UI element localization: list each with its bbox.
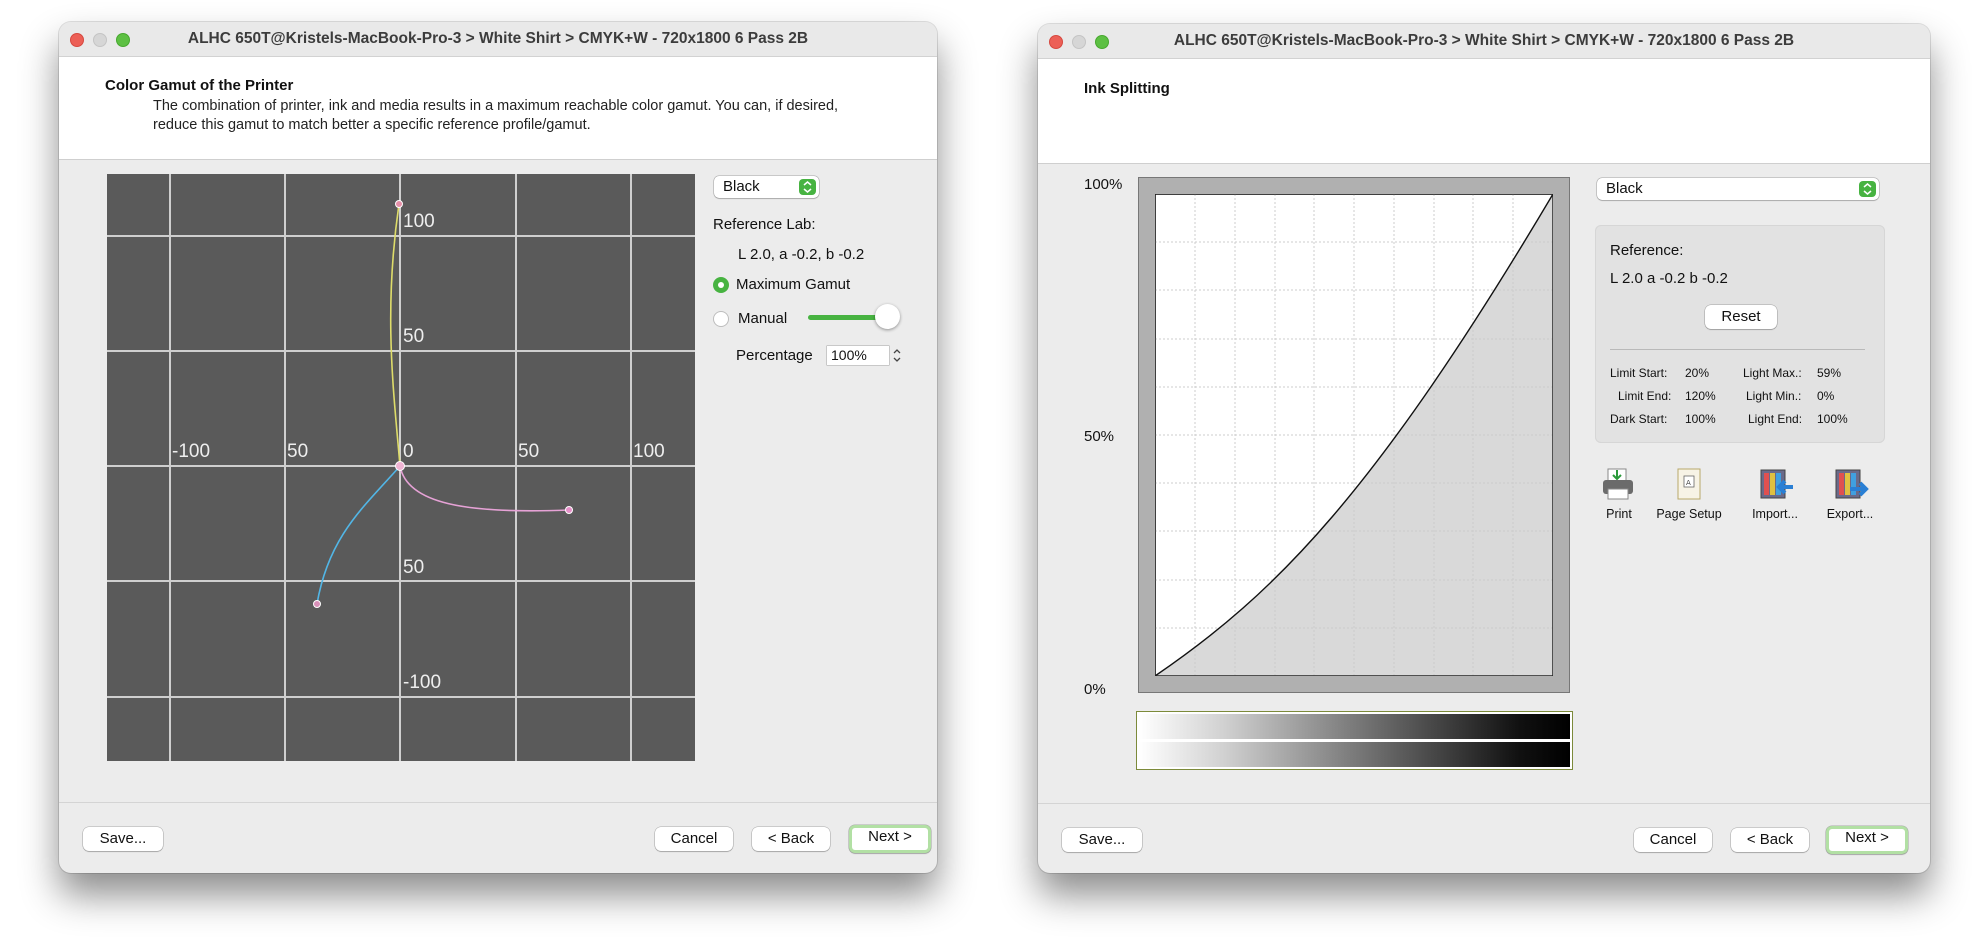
reference-lab-label: Reference Lab: [713, 216, 816, 233]
close-button[interactable] [1049, 35, 1063, 49]
manual-radio[interactable] [713, 311, 729, 327]
light-max-value: 59% [1817, 366, 1842, 380]
percentage-label: Percentage [736, 347, 813, 364]
export-icon [1830, 467, 1870, 503]
reference-panel: Reference: L 2.0 a -0.2 b -0.2 Reset Lim… [1595, 225, 1885, 443]
next-button[interactable]: Next > [1826, 826, 1908, 854]
ink-splitting-chart[interactable] [1138, 177, 1570, 693]
light-min-label: Light Min.: [1746, 389, 1802, 403]
minimize-button[interactable] [93, 33, 107, 47]
limit-start-value: 20% [1685, 366, 1710, 380]
reference-value: L 2.0 a -0.2 b -0.2 [1610, 270, 1728, 287]
light-max-label: Light Max.: [1743, 366, 1802, 380]
import-icon [1755, 467, 1795, 503]
page-title: Color Gamut of the Printer [105, 77, 294, 94]
cancel-button[interactable]: Cancel [655, 827, 733, 851]
maximum-gamut-radio[interactable] [713, 277, 729, 293]
chevron-updown-icon [1859, 181, 1876, 197]
cyan-end-marker [313, 600, 321, 608]
export-label: Export... [1826, 507, 1874, 521]
zoom-button[interactable] [116, 33, 130, 47]
back-button[interactable]: < Back [752, 827, 830, 851]
cyan-gamut-curve [316, 465, 401, 605]
light-min-value: 0% [1817, 389, 1835, 403]
save-button[interactable]: Save... [83, 827, 163, 851]
title-bar[interactable]: ALHC 650T@Kristels-MacBook-Pro-3 > White… [1038, 24, 1930, 59]
page-title: Ink Splitting [1084, 80, 1170, 97]
maximum-gamut-label: Maximum Gamut [736, 276, 851, 293]
percentage-slider-knob[interactable] [875, 304, 900, 329]
y-axis-label-100: 100% [1084, 176, 1123, 193]
ink-splitting-window: ALHC 650T@Kristels-MacBook-Pro-3 > White… [1038, 24, 1930, 873]
yellow-gamut-curve [389, 203, 401, 467]
yellow-end-marker [395, 200, 403, 208]
page-header: Color Gamut of the Printer The combinati… [59, 57, 937, 160]
reference-lab-value: L 2.0, a -0.2, b -0.2 [738, 246, 865, 263]
save-button[interactable]: Save... [1062, 828, 1142, 852]
ink-select[interactable]: Black [1597, 178, 1879, 200]
svg-text:A: A [1686, 479, 1691, 487]
color-gamut-window: ALHC 650T@Kristels-MacBook-Pro-3 > White… [59, 22, 937, 873]
window-title: ALHC 650T@Kristels-MacBook-Pro-3 > White… [1173, 32, 1795, 49]
ink-select[interactable]: Black [714, 176, 819, 198]
page-setup-label: Page Setup [1656, 507, 1722, 521]
gradient-preview [1136, 711, 1573, 770]
percentage-stepper[interactable] [891, 346, 903, 365]
ink-select-value: Black [1606, 180, 1643, 197]
window-title: ALHC 650T@Kristels-MacBook-Pro-3 > White… [187, 30, 809, 47]
gamut-plot[interactable]: 100 50 0 50 -100 -100 50 50 100 [107, 174, 695, 761]
page-setup-icon: A [1669, 467, 1709, 503]
limit-start-label: Limit Start: [1610, 366, 1668, 380]
percentage-input[interactable]: 100% [827, 346, 889, 365]
ink-select-value: Black [723, 178, 760, 195]
reset-button[interactable]: Reset [1705, 305, 1777, 329]
minimize-button[interactable] [1072, 35, 1086, 49]
white-point-marker [395, 461, 405, 471]
dark-start-label: Dark Start: [1610, 412, 1668, 426]
reference-label: Reference: [1610, 242, 1684, 259]
y-axis-label-0: 0% [1084, 681, 1106, 698]
page-description-line-1: The combination of printer, ink and medi… [153, 98, 839, 114]
y-axis-label-50: 50% [1084, 428, 1115, 445]
close-button[interactable] [70, 33, 84, 47]
magenta-gamut-curve [399, 465, 570, 512]
title-bar[interactable]: ALHC 650T@Kristels-MacBook-Pro-3 > White… [59, 22, 937, 57]
cancel-button[interactable]: Cancel [1634, 828, 1712, 852]
chevron-updown-icon [799, 179, 816, 195]
printer-icon [1599, 467, 1639, 503]
limit-end-value: 120% [1685, 389, 1716, 403]
page-description-line-2: reduce this gamut to match better a spec… [153, 117, 591, 133]
zoom-button[interactable] [1095, 35, 1109, 49]
manual-label: Manual [738, 310, 788, 327]
page-header: Ink Splitting [1038, 59, 1930, 164]
dark-start-value: 100% [1685, 412, 1716, 426]
light-end-value: 100% [1817, 412, 1848, 426]
next-button[interactable]: Next > [849, 825, 931, 853]
light-end-label: Light End: [1748, 412, 1803, 426]
limit-end-label: Limit End: [1618, 389, 1672, 403]
back-button[interactable]: < Back [1731, 828, 1809, 852]
gamut-curves [313, 200, 573, 608]
magenta-end-marker [565, 506, 573, 514]
ink-curve-plot [1155, 194, 1553, 676]
